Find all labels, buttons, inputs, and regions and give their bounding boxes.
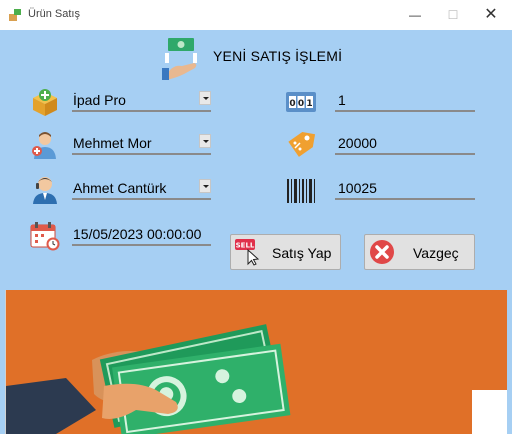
app-icon [9, 9, 21, 21]
money-hand-illustration [6, 324, 507, 434]
maximize-button[interactable]: ☐ [442, 4, 464, 26]
title-bar: Ürün Satış — ☐ ✕ [0, 0, 512, 30]
price-value: 20000 [338, 135, 377, 151]
sell-button-label: Satış Yap [272, 245, 332, 261]
product-box-icon [33, 89, 57, 116]
customer-value: Mehmet Mor [73, 135, 152, 151]
svg-text:1: 1 [306, 99, 312, 109]
date-field[interactable]: 15/05/2023 00:00:00 [72, 224, 211, 246]
staff-icon [33, 177, 57, 204]
chevron-down-icon[interactable] [199, 134, 211, 148]
quantity-field[interactable]: 1 [335, 90, 475, 112]
price-field[interactable]: 20000 [335, 133, 475, 155]
sell-icon: SELL [235, 239, 260, 266]
customer-icon [32, 132, 56, 159]
cancel-button[interactable]: Vazgeç [364, 234, 475, 270]
cancel-icon [370, 240, 394, 264]
staff-combobox[interactable]: Ahmet Cantürk [72, 178, 211, 200]
sell-button[interactable]: SELL Satış Yap [230, 234, 341, 270]
barcode-icon [287, 179, 315, 203]
money-hand-icon [162, 38, 197, 80]
svg-text:0: 0 [298, 99, 304, 109]
quantity-value: 1 [338, 92, 346, 108]
chevron-down-icon[interactable] [199, 179, 211, 193]
calendar-icon [30, 222, 60, 251]
banner-illustration [5, 290, 507, 434]
product-combobox[interactable]: İpad Pro [72, 90, 211, 112]
form-client-area: YENİ SATIŞ İŞLEMİ İpad Pro Mehmet Mor Ah… [0, 30, 512, 434]
svg-text:0: 0 [289, 99, 295, 109]
staff-value: Ahmet Cantürk [73, 180, 167, 196]
counter-icon: 0 0 1 [286, 92, 316, 112]
chevron-down-icon[interactable] [199, 91, 211, 105]
window-title: Ürün Satış [28, 8, 80, 20]
close-button[interactable]: ✕ [480, 4, 502, 26]
product-value: İpad Pro [73, 92, 126, 108]
barcode-value: 10025 [338, 180, 377, 196]
page-title: YENİ SATIŞ İŞLEMİ [213, 48, 343, 64]
minimize-button[interactable]: — [404, 4, 426, 26]
svg-text:SELL: SELL [236, 242, 255, 250]
cancel-button-label: Vazgeç [413, 245, 459, 261]
barcode-field[interactable]: 10025 [335, 178, 475, 200]
customer-combobox[interactable]: Mehmet Mor [72, 133, 211, 155]
price-tag-icon [288, 132, 316, 157]
date-value: 15/05/2023 00:00:00 [73, 226, 202, 242]
